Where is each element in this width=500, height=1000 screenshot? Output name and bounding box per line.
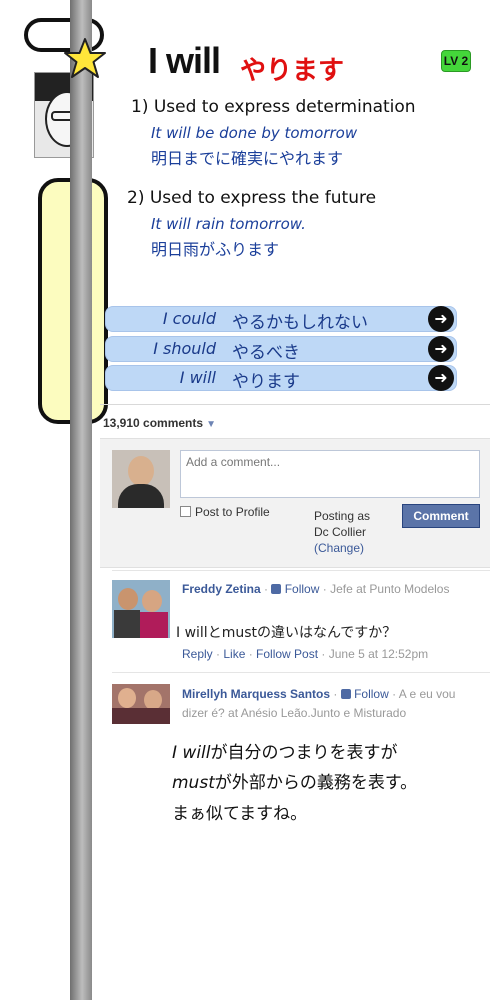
comment-divider (112, 570, 490, 571)
related-phrase-english: I could (162, 309, 216, 328)
usage-example-en-1: It will be done by tomorrow (151, 124, 358, 142)
comment-author[interactable]: Freddy Zetina (182, 582, 261, 596)
comment-button[interactable]: Comment (402, 504, 480, 528)
answer-term-1: I will (172, 743, 211, 763)
comment-actions: Reply · Like · Follow Post · June 5 at 1… (182, 647, 429, 661)
page-spine (70, 0, 92, 1000)
related-phrase-english: I will (179, 368, 216, 387)
arrow-right-icon[interactable]: ➜ (428, 336, 454, 362)
post-to-profile-label: Post to Profile (195, 505, 270, 519)
phrase-title-japanese: やります (240, 56, 345, 86)
usage-example-en-2: It will rain tomorrow. (151, 215, 306, 233)
change-account-link[interactable]: (Change) (314, 540, 394, 556)
usage-example-jp-2: 明日雨がふります (151, 240, 280, 259)
usage-example-jp-1: 明日までに確実にやれます (151, 149, 344, 168)
reply-link[interactable]: Reply (182, 647, 213, 661)
comments-count[interactable]: 13,910 comments ▼ (103, 416, 216, 430)
related-phrase-japanese: やります (232, 372, 300, 392)
answer-line-3: まぁ似てますね。 (172, 804, 308, 824)
posting-as-name: Dc Collier (314, 525, 367, 539)
comment-body: I willとmustの違いはなんですか？ (176, 625, 397, 641)
comment-author-line: Freddy Zetina · Follow · Jefe at Punto M… (182, 582, 450, 596)
avatar (112, 450, 170, 508)
answer-text-1: が自分のつまりを表すが (210, 743, 398, 763)
rss-icon (340, 689, 351, 699)
checkbox-icon[interactable] (180, 506, 191, 517)
arrow-right-icon[interactable]: ➜ (428, 365, 454, 391)
level-badge: LV 2 (441, 50, 471, 72)
posting-as-info: Posting as Dc Collier (Change) (314, 508, 394, 556)
author-info: Jefe at Punto Modelos (330, 582, 450, 596)
usage-heading-2: 2) Used to express the future (127, 188, 377, 208)
arrow-right-icon[interactable]: ➜ (428, 306, 454, 332)
phrase-title: I will (148, 40, 221, 81)
related-phrase-button[interactable]: I could やるかもしれない ➜ (105, 306, 457, 333)
answer-line-1: I willが自分のつまりを表すが (172, 738, 398, 763)
comment-timestamp: June 5 at 12:52pm (328, 647, 429, 661)
related-phrase-button[interactable]: I will やります ➜ (105, 365, 457, 392)
usage-heading-1: 1) Used to express determination (131, 97, 416, 117)
follow-post-link[interactable]: Follow Post (256, 647, 318, 661)
avatar[interactable] (112, 684, 170, 724)
posting-as-label: Posting as (314, 509, 371, 523)
caret-down-icon[interactable]: ▼ (206, 419, 216, 430)
related-phrase-english: I should (153, 339, 216, 358)
answer-line-2: mustが外部からの義務を表す。 (172, 768, 417, 793)
comment-input[interactable]: Add a comment... (180, 450, 480, 498)
rss-icon (271, 584, 282, 594)
star-icon (64, 38, 106, 78)
related-phrase-button[interactable]: I should やるべき ➜ (105, 336, 457, 363)
follow-link[interactable]: Follow (285, 582, 320, 596)
comments-count-label: 13,910 comments (103, 416, 204, 430)
like-link[interactable]: Like (223, 647, 245, 661)
comment-author-line: Mirellyh Marquess Santos · Follow · A e … (182, 687, 456, 720)
avatar[interactable] (112, 580, 170, 638)
answer-text-2: が外部からの義務を表す。 (214, 773, 418, 793)
comment-author[interactable]: Mirellyh Marquess Santos (182, 687, 330, 701)
post-to-profile-checkbox[interactable]: Post to Profile (180, 505, 270, 519)
related-phrase-japanese: やるかもしれない (232, 313, 368, 333)
comment-divider (112, 672, 490, 673)
follow-link[interactable]: Follow (354, 687, 389, 701)
answer-term-2: must (172, 773, 215, 793)
comments-divider (100, 404, 490, 405)
related-phrase-japanese: やるべき (232, 343, 300, 363)
